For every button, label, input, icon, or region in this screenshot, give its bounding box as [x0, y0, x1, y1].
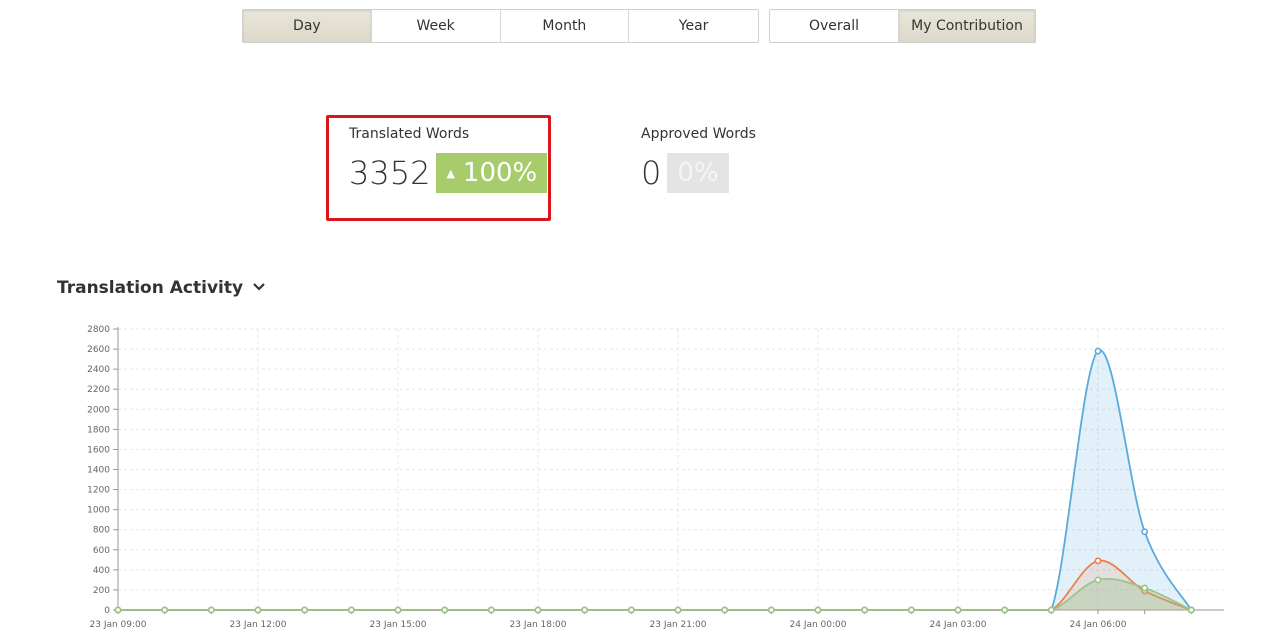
y-tick-label: 200	[93, 586, 110, 596]
y-tick-label: 800	[93, 526, 110, 536]
x-tick-label: 24 Jan 03:00	[930, 620, 987, 630]
y-tick-label: 1800	[87, 425, 110, 435]
x-tick-label: 23 Jan 15:00	[370, 620, 427, 630]
tab-month-label: Month	[542, 18, 587, 34]
tab-overall[interactable]: Overall	[770, 10, 899, 42]
data-point	[1094, 347, 1102, 355]
data-point	[487, 606, 495, 614]
y-tick-label: 2000	[87, 405, 110, 415]
x-tick-label: 24 Jan 00:00	[790, 620, 847, 630]
tab-year-label: Year	[678, 18, 709, 34]
approved-words-label: Approved Words	[641, 126, 756, 142]
data-point	[207, 606, 215, 614]
data-point	[767, 606, 775, 614]
data-point	[534, 606, 542, 614]
x-tick-label: 23 Jan 09:00	[90, 620, 147, 630]
series-area	[118, 578, 1192, 610]
x-tick-label: 23 Jan 18:00	[510, 620, 567, 630]
series-area	[118, 560, 1192, 610]
approved-words-value: 0	[641, 154, 662, 192]
x-tick-label: 23 Jan 21:00	[650, 620, 707, 630]
data-point	[674, 606, 682, 614]
data-point	[907, 606, 915, 614]
translation-activity-chart: 0 200 400 600 800 1000 1200 1400 1600 1800 2000 220…	[87, 325, 1224, 630]
data-point	[1001, 606, 1009, 614]
y-tick-label: 2400	[87, 365, 110, 375]
data-point	[581, 606, 589, 614]
tab-week-label: Week	[416, 18, 455, 34]
translation-activity-dropdown[interactable]: Translation Activity	[57, 278, 265, 298]
tab-month[interactable]: Month	[501, 10, 630, 42]
y-tick-label: 400	[93, 566, 110, 576]
tab-year[interactable]: Year	[629, 10, 758, 42]
tab-my-contribution-label: My Contribution	[911, 18, 1023, 34]
tab-day[interactable]: Day	[243, 10, 372, 42]
data-point	[1047, 606, 1055, 614]
data-point	[301, 606, 309, 614]
scope-selector: Overall My Contribution	[769, 9, 1036, 43]
data-point	[1094, 557, 1102, 565]
data-point	[814, 606, 822, 614]
translated-change-value: 100%	[462, 158, 538, 188]
period-selector: Day Week Month Year	[242, 9, 759, 43]
y-tick-label: 1000	[87, 506, 110, 516]
x-tick-label: 24 Jan 06:00	[1070, 620, 1127, 630]
data-point	[1141, 528, 1149, 536]
data-point	[347, 606, 355, 614]
series-line	[118, 559, 1192, 611]
trend-up-icon: ▲	[446, 166, 455, 180]
translated-words-card: Translated Words 3352 ▲ 100%	[326, 115, 551, 221]
y-tick-label: 1200	[87, 486, 110, 496]
tab-overall-label: Overall	[808, 18, 860, 34]
data-point	[721, 606, 729, 614]
translated-words-value: 3352	[349, 154, 431, 192]
x-tick-label: 23 Jan 12:00	[230, 620, 287, 630]
data-point	[441, 606, 449, 614]
y-tick-label: 2200	[87, 385, 110, 395]
approved-words-card: Approved Words 0 0%	[641, 126, 756, 193]
tab-day-label: Day	[293, 18, 321, 34]
y-tick-label: 2800	[87, 325, 110, 335]
chevron-down-icon	[253, 283, 265, 291]
data-point	[254, 606, 262, 614]
y-tick-label: 0	[104, 606, 110, 616]
data-point	[1187, 606, 1195, 614]
data-point	[1141, 584, 1149, 592]
data-point	[394, 606, 402, 614]
data-point	[627, 606, 635, 614]
data-point	[1094, 576, 1102, 584]
translated-change-badge: ▲ 100%	[436, 153, 548, 193]
data-point	[954, 606, 962, 614]
approved-change-value: 0%	[677, 158, 719, 188]
y-tick-label: 1400	[87, 466, 110, 476]
y-tick-label: 2600	[87, 345, 110, 355]
approved-change-badge: 0%	[667, 153, 729, 193]
tab-week[interactable]: Week	[372, 10, 501, 42]
data-point	[861, 606, 869, 614]
tab-my-contribution[interactable]: My Contribution	[899, 10, 1035, 42]
translation-activity-title: Translation Activity	[57, 278, 244, 298]
translated-words-label: Translated Words	[349, 126, 470, 142]
series-line	[118, 577, 1192, 611]
data-point	[161, 606, 169, 614]
data-point	[114, 606, 122, 614]
y-tick-label: 1600	[87, 445, 110, 455]
y-tick-label: 600	[93, 546, 110, 556]
